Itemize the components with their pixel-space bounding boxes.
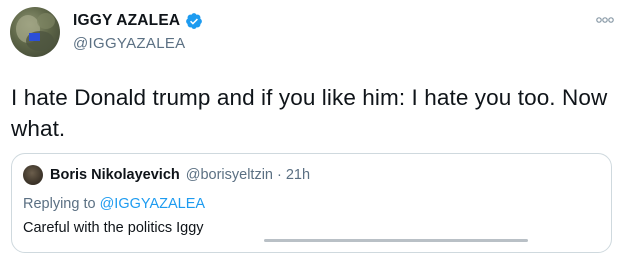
quoted-author-handle[interactable]: @borisyeltzin	[186, 167, 273, 183]
tweet-text: I hate Donald trump and if you like him:…	[11, 85, 608, 141]
replying-to-mention[interactable]: @IGGYAZALEA	[100, 196, 206, 212]
user-avatar-icon	[16, 13, 55, 51]
replying-to-prefix: Replying to	[23, 196, 96, 212]
more-options-icon[interactable]	[595, 13, 615, 25]
quoted-tweet-text: Careful with the politics Iggy	[23, 220, 204, 236]
author-display-name[interactable]: IGGY AZALEA	[73, 12, 180, 30]
quoted-separator: ·	[277, 167, 282, 183]
quoted-tweet-header: Boris Nikolayevich @borisyeltzin · 21h	[23, 165, 310, 185]
author-name-row: IGGY AZALEA	[73, 12, 203, 30]
tweet-card: IGGY AZALEA @IGGYAZALEA I hate Donald tr…	[0, 0, 627, 253]
verified-badge-icon	[185, 12, 203, 30]
quoted-author-avatar[interactable]	[23, 165, 43, 185]
quoted-timestamp[interactable]: 21h	[286, 167, 310, 183]
quoted-author-name[interactable]: Boris Nikolayevich	[50, 167, 180, 183]
quoted-replying-to: Replying to @IGGYAZALEA	[23, 196, 205, 212]
author-handle[interactable]: @IGGYAZALEA	[73, 35, 185, 52]
quoted-tweet[interactable]: Boris Nikolayevich @borisyeltzin · 21h R…	[11, 153, 612, 253]
author-avatar[interactable]	[10, 7, 60, 57]
